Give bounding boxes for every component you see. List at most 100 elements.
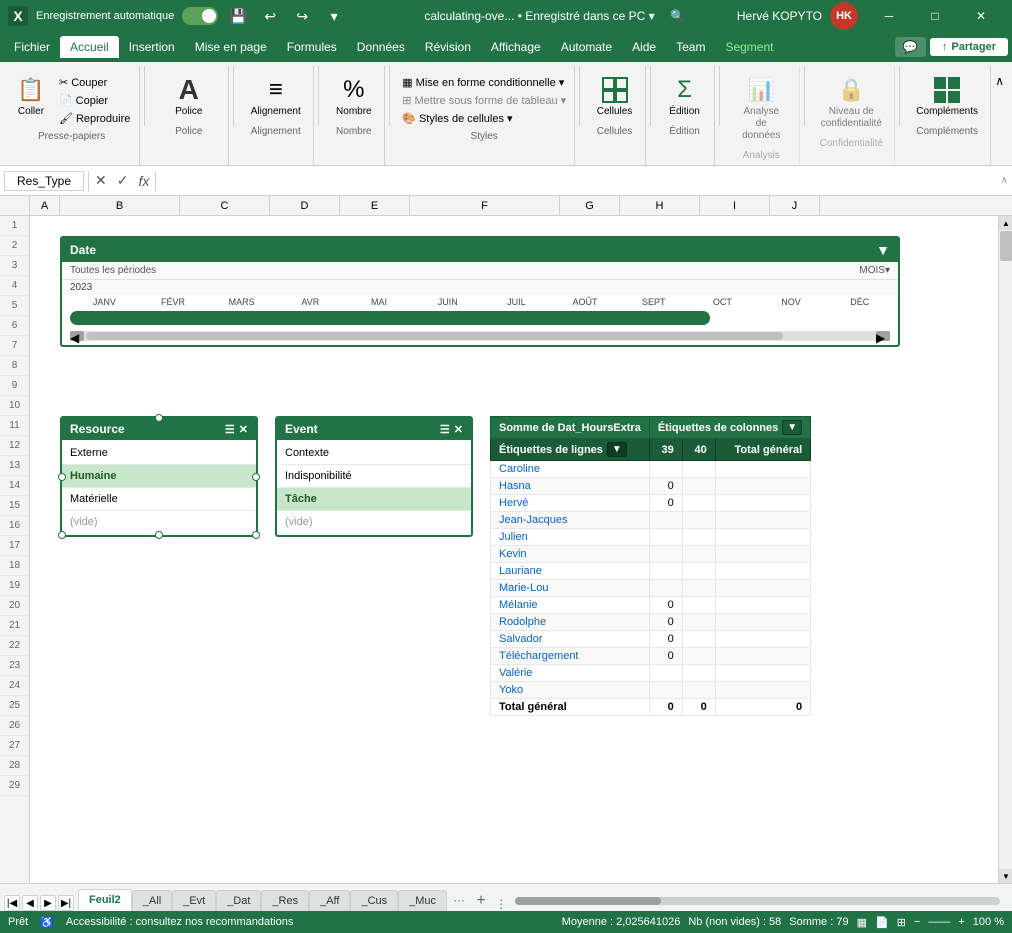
cellules-button[interactable]: Cellules [591, 70, 639, 122]
search-button[interactable]: 🔍 [670, 9, 685, 23]
copier-button[interactable]: 📄 Copier [55, 92, 134, 109]
zoom-plus-button[interactable]: + [958, 916, 964, 928]
col-header-c[interactable]: C [180, 196, 270, 215]
row-num-11[interactable]: 11 [0, 416, 29, 436]
col-header-a[interactable]: A [30, 196, 60, 215]
menu-automate[interactable]: Automate [551, 36, 622, 58]
undo-button[interactable]: ↩ [258, 4, 282, 28]
pivot-row-name[interactable]: Téléchargement [491, 648, 650, 665]
menu-mise-en-page[interactable]: Mise en page [185, 36, 277, 58]
menu-revision[interactable]: Révision [415, 36, 481, 58]
maximize-button[interactable]: □ [912, 0, 958, 32]
mettre-sous-forme-tableau-button[interactable]: ⊞ Mettre sous forme de tableau ▾ [398, 92, 570, 109]
col-header-i[interactable]: I [700, 196, 770, 215]
tab-scroll-next[interactable]: ▶ [40, 895, 56, 911]
row-num-14[interactable]: 14 [0, 476, 29, 496]
more-sheets-button[interactable]: ··· [447, 889, 471, 911]
mise-en-forme-conditionnelle-button[interactable]: ▦ Mise en forme conditionnelle ▾ [398, 74, 570, 91]
sheet-tab-muc[interactable]: _Muc [398, 890, 447, 911]
resource-item-humaine[interactable]: Humaine [62, 465, 256, 488]
zoom-minus-button[interactable]: − [914, 916, 920, 928]
pivot-row-name[interactable]: Caroline [491, 461, 650, 478]
resource-slicer-clear-icon[interactable]: ✕ [239, 423, 248, 436]
row-num-22[interactable]: 22 [0, 636, 29, 656]
redo-button[interactable]: ↪ [290, 4, 314, 28]
formula-cancel-icon[interactable]: ✕ [93, 170, 109, 191]
resource-slicer-multiselect-icon[interactable]: ☰ [225, 423, 235, 436]
pivot-row-name[interactable]: Lauriane [491, 563, 650, 580]
sheet-tab-cus[interactable]: _Cus [350, 890, 398, 911]
row-num-18[interactable]: 18 [0, 556, 29, 576]
row-num-1[interactable]: 1 [0, 216, 29, 236]
menu-team[interactable]: Team [666, 36, 715, 58]
resource-item-vide[interactable]: (vide) [62, 511, 256, 533]
pivot-row-name[interactable]: Hervé [491, 495, 650, 512]
col-header-d[interactable]: D [270, 196, 340, 215]
row-num-8[interactable]: 8 [0, 356, 29, 376]
reproduire-button[interactable]: 🖌 Reproduire [55, 110, 134, 127]
col-header-h[interactable]: H [620, 196, 700, 215]
event-item-vide[interactable]: (vide) [277, 511, 471, 533]
pivot-row-name[interactable]: Jean-Jacques [491, 512, 650, 529]
row-num-25[interactable]: 25 [0, 696, 29, 716]
save-button[interactable]: 💾 [226, 4, 250, 28]
pivot-row-filter[interactable]: ▼ [607, 442, 627, 457]
col-header-j[interactable]: J [770, 196, 820, 215]
row-num-19[interactable]: 19 [0, 576, 29, 596]
slicer-resize-top[interactable] [155, 414, 163, 422]
slicer-resize-left[interactable] [58, 473, 66, 481]
menu-formules[interactable]: Formules [277, 36, 347, 58]
share-button[interactable]: ↑ Partager [930, 38, 1008, 56]
pivot-column-filter[interactable]: ▼ [782, 420, 802, 435]
formula-fx-icon[interactable]: fx [136, 171, 151, 191]
timeline-widget[interactable]: Date ▼ Toutes les périodes MOIS▾ 2023 JA… [60, 236, 900, 347]
sheet-tab-res[interactable]: _Res [261, 890, 309, 911]
name-box[interactable] [4, 171, 84, 191]
styles-cellules-button[interactable]: 🎨 Styles de cellules ▾ [398, 110, 570, 127]
view-normal-icon[interactable]: ▦ [857, 916, 867, 929]
pivot-row-name[interactable]: Mélanie [491, 597, 650, 614]
ribbon-collapse-button[interactable]: ∧ [991, 70, 1008, 92]
pivot-row-name[interactable]: Yoko [491, 682, 650, 699]
add-sheet-button[interactable]: + [471, 891, 491, 911]
minimize-button[interactable]: ─ [866, 0, 912, 32]
row-num-6[interactable]: 6 [0, 316, 29, 336]
confidentialite-button[interactable]: 🔒 Niveau deconfidentialité [815, 70, 888, 134]
vertical-scrollbar[interactable]: ▲ ▼ [998, 216, 1012, 883]
row-num-29[interactable]: 29 [0, 776, 29, 796]
timeline-scroll-right[interactable]: ▶ [876, 331, 890, 341]
col-header-g[interactable]: G [560, 196, 620, 215]
auto-save-toggle[interactable] [182, 7, 218, 25]
resource-slicer[interactable]: Resource ☰ ✕ Externe Humaine Matérielle … [60, 416, 258, 537]
sheet-tab-evt[interactable]: _Evt [172, 890, 216, 911]
analyse-donnees-button[interactable]: 📊 Analyse dedonnées [732, 70, 791, 146]
alignement-button[interactable]: ≡ Alignement [245, 70, 307, 122]
row-num-13[interactable]: 13 [0, 456, 29, 476]
row-num-4[interactable]: 4 [0, 276, 29, 296]
pivot-row-name[interactable]: Julien [491, 529, 650, 546]
scroll-track[interactable] [999, 230, 1012, 869]
scroll-down-button[interactable]: ▼ [999, 869, 1012, 883]
event-slicer-clear-icon[interactable]: ✕ [454, 423, 463, 436]
sheet-tab-feuil2[interactable]: Feuil2 [78, 889, 132, 911]
slicer-resize-right[interactable] [252, 473, 260, 481]
sheet-options-button[interactable]: ⋮ [495, 897, 507, 911]
view-page-icon[interactable]: 📄 [875, 916, 889, 929]
menu-donnees[interactable]: Données [347, 36, 415, 58]
formula-input[interactable] [160, 172, 996, 190]
row-num-23[interactable]: 23 [0, 656, 29, 676]
row-num-24[interactable]: 24 [0, 676, 29, 696]
col-header-f[interactable]: F [410, 196, 560, 215]
scroll-thumb[interactable] [1000, 231, 1012, 261]
pivot-row-name[interactable]: Valérie [491, 665, 650, 682]
grid-content[interactable]: Date ▼ Toutes les périodes MOIS▾ 2023 JA… [30, 216, 998, 883]
timeline-filter-icon[interactable]: ▼ [876, 242, 890, 258]
sheet-tab-all[interactable]: _All [132, 890, 172, 911]
row-num-20[interactable]: 20 [0, 596, 29, 616]
pivot-row-name[interactable]: Salvador [491, 631, 650, 648]
edition-button[interactable]: Σ Édition [663, 70, 707, 122]
tab-scroll-last[interactable]: ▶| [58, 895, 74, 911]
pivot-row-name[interactable]: Rodolphe [491, 614, 650, 631]
chat-button[interactable]: 💬 [895, 37, 926, 57]
row-num-10[interactable]: 10 [0, 396, 29, 416]
